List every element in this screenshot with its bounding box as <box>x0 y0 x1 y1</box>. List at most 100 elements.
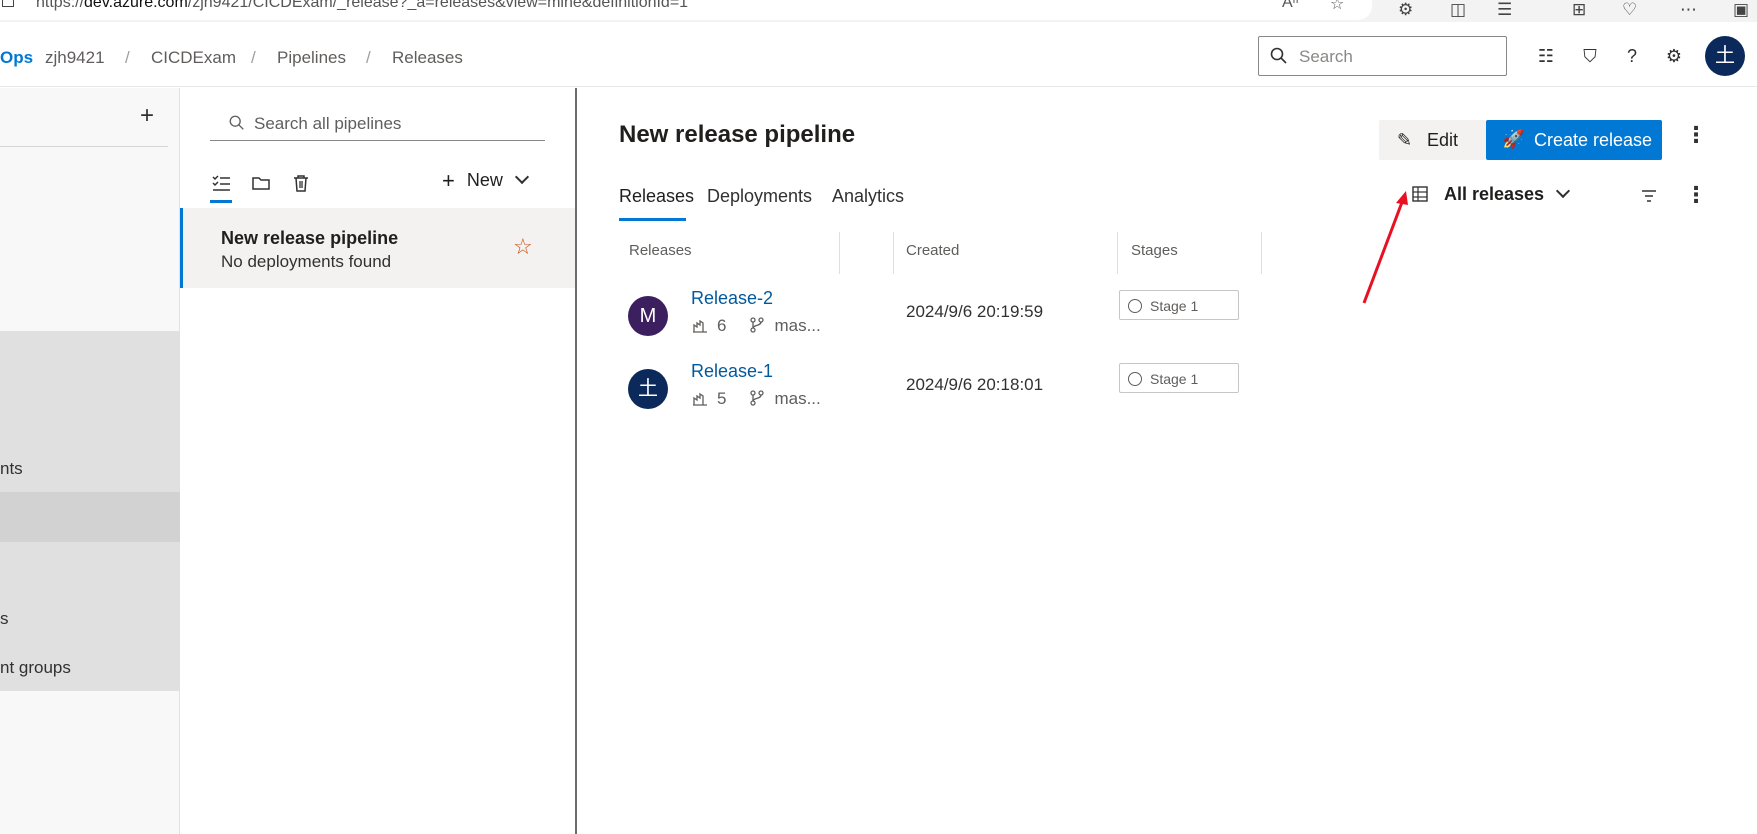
plus-icon: + <box>442 168 455 193</box>
release-meta: 6 mas... <box>691 316 821 336</box>
pipeline-list-item[interactable]: New release pipeline No deployments foun… <box>180 208 575 288</box>
build-number: 6 <box>717 316 727 335</box>
split-screen-icon[interactable]: ◫ <box>1450 0 1466 20</box>
tab-deployments[interactable]: Deployments <box>707 186 812 207</box>
sidebar-item-library[interactable]: s <box>0 609 9 629</box>
pencil-icon: ✎ <box>1397 130 1413 150</box>
release-link[interactable]: Release-1 <box>691 361 773 382</box>
release-link[interactable]: Release-2 <box>691 288 773 309</box>
mine-tab-indicator <box>210 200 232 203</box>
breadcrumb-pipelines[interactable]: Pipelines <box>277 48 346 68</box>
copilot-icon[interactable]: ▣ <box>1733 0 1749 20</box>
avatar[interactable]: 土 <box>1705 36 1745 76</box>
rocket-icon: 🚀 <box>1502 129 1525 149</box>
add-icon[interactable]: + <box>140 102 154 130</box>
avatar: M <box>628 296 668 336</box>
chevron-down-icon <box>514 169 529 185</box>
breadcrumb-separator: / <box>125 48 130 67</box>
browser-essentials-icon[interactable]: ♡ <box>1622 0 1637 20</box>
breadcrumb-separator: / <box>366 48 371 67</box>
favorite-star-icon[interactable]: ☆ <box>513 234 533 260</box>
breadcrumb-org[interactable]: zjh9421 <box>45 48 105 68</box>
sidebar-item-releases-selected[interactable] <box>0 492 180 542</box>
user-settings-icon[interactable]: ⚙ <box>1662 44 1686 68</box>
column-header-stages[interactable]: Stages <box>1131 242 1178 259</box>
breadcrumb-separator: / <box>251 48 256 67</box>
table-view-icon <box>1412 186 1428 202</box>
collections-icon[interactable]: ⊞ <box>1572 0 1586 20</box>
search-pipelines-placeholder: Search all pipelines <box>254 114 402 133</box>
sidebar-divider <box>0 146 168 147</box>
stage-badge[interactable]: Stage 1 <box>1119 290 1239 320</box>
project-sidebar: + nts s nt groups <box>0 88 180 834</box>
column-header-releases[interactable]: Releases <box>629 242 692 259</box>
top-header: Ops zjh9421 / CICDExam / Pipelines / Rel… <box>0 22 1757 87</box>
build-icon <box>693 319 707 333</box>
page-title: New release pipeline <box>619 121 856 148</box>
brand-logo[interactable]: Ops <box>0 48 33 68</box>
branch-name: mas... <box>774 389 821 408</box>
address-url[interactable]: https://dev.azure.com/zjh9421/CICDExam/_… <box>36 0 688 12</box>
create-release-button[interactable]: 🚀 Create release <box>1486 120 1662 160</box>
created-date: 2024/9/6 20:18:01 <box>906 375 1044 394</box>
lock-icon <box>2 0 14 7</box>
extensions-icon[interactable]: ⚙ <box>1398 0 1413 20</box>
tab-analytics[interactable]: Analytics <box>832 186 904 207</box>
stage-status-icon <box>1128 372 1142 386</box>
table-row[interactable]: 土 Release-1 5 mas... 2024/9/6 20:18:01 St… <box>619 361 1279 449</box>
new-pipeline-button[interactable]: + New <box>442 168 529 198</box>
tab-releases[interactable]: Releases <box>619 186 694 207</box>
column-separator <box>839 232 840 274</box>
breadcrumb-releases[interactable]: Releases <box>392 48 463 68</box>
active-tab-indicator <box>619 218 686 221</box>
chevron-down-icon <box>1556 183 1571 199</box>
column-header-created[interactable]: Created <box>906 242 959 259</box>
more-icon[interactable]: ⋯ <box>1680 0 1697 20</box>
trash-icon[interactable] <box>290 172 312 194</box>
filter-icon[interactable] <box>1639 186 1659 206</box>
edit-button[interactable]: ✎ Edit <box>1379 120 1486 160</box>
mine-list-icon[interactable] <box>210 172 232 194</box>
view-more-icon[interactable]: ⋮ <box>1685 184 1707 208</box>
search-icon <box>229 115 244 130</box>
sidebar-item-environments[interactable]: nts <box>0 459 23 479</box>
column-separator <box>1261 232 1262 274</box>
stage-status-icon <box>1128 299 1142 313</box>
help-icon[interactable]: ? <box>1620 44 1644 68</box>
sidebar-item-deployment-groups[interactable]: nt groups <box>0 658 71 678</box>
stage-label: Stage 1 <box>1150 298 1199 314</box>
avatar: 土 <box>628 369 668 409</box>
search-input[interactable]: Search <box>1258 36 1507 76</box>
work-items-icon[interactable]: ☷ <box>1534 44 1558 68</box>
branch-icon <box>750 317 765 333</box>
stage-badge[interactable]: Stage 1 <box>1119 363 1239 393</box>
marketplace-bag-icon[interactable]: ⛉ <box>1578 44 1602 68</box>
search-placeholder: Search <box>1299 47 1353 66</box>
release-meta: 5 mas... <box>691 389 821 409</box>
read-aloud-icon[interactable]: Aⁿ <box>1282 0 1299 12</box>
pipeline-title: New release pipeline <box>221 228 399 248</box>
search-icon <box>1270 47 1287 64</box>
build-number: 5 <box>717 389 727 408</box>
more-actions-icon[interactable]: ⋮ <box>1685 124 1707 148</box>
view-filter-label: All releases <box>1444 184 1545 204</box>
folder-icon[interactable] <box>250 172 272 194</box>
favorites-icon[interactable]: ☰ <box>1497 0 1512 20</box>
browser-toolbar: https://dev.azure.com/zjh9421/CICDExam/_… <box>0 0 1757 22</box>
view-filter-dropdown[interactable]: All releases <box>1412 183 1571 205</box>
search-pipelines-input[interactable]: Search all pipelines <box>210 108 545 141</box>
address-bar[interactable]: https://dev.azure.com/zjh9421/CICDExam/_… <box>0 0 1372 20</box>
column-separator <box>1117 232 1118 274</box>
column-separator <box>893 232 894 274</box>
branch-icon <box>750 390 765 406</box>
annotation-arrow <box>1362 191 1408 304</box>
branch-name: mas... <box>774 316 821 335</box>
created-date: 2024/9/6 20:19:59 <box>906 302 1044 321</box>
release-pipeline-main: New release pipeline ✎ Edit 🚀 Create rel… <box>579 88 1757 834</box>
pipeline-subtitle: No deployments found <box>221 252 392 271</box>
edit-label: Edit <box>1427 130 1459 150</box>
favorite-star-icon[interactable]: ☆ <box>1330 0 1344 14</box>
create-release-label: Create release <box>1534 130 1653 150</box>
breadcrumb-project[interactable]: CICDExam <box>151 48 236 68</box>
new-label: New <box>466 170 503 190</box>
